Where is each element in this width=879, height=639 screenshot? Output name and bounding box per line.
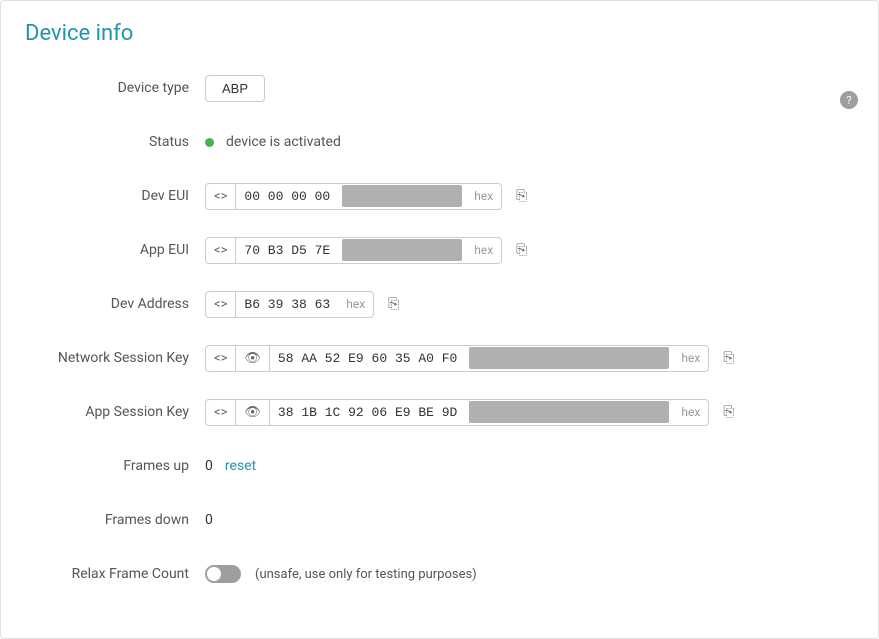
dev-eui-row: Dev EUI <> 00 00 00 00 hex ⎘ [25, 178, 854, 214]
relax-frame-count-note: (unsafe, use only for testing purposes) [255, 567, 477, 582]
code-icon-5: <> [206, 400, 236, 425]
status-label: Status [25, 134, 205, 150]
dev-address-label: Dev Address [25, 296, 205, 312]
app-eui-value: 70 B3 D5 7E [236, 238, 338, 263]
dev-address-row: Dev Address <> B6 39 38 63 hex ⎘ [25, 286, 854, 322]
dev-address-copy-icon[interactable]: ⎘ [380, 291, 407, 317]
app-eui-label: App EUI [25, 242, 205, 258]
relax-frame-count-toggle[interactable] [205, 565, 241, 583]
network-session-key-copy-icon[interactable]: ⎘ [715, 345, 742, 371]
app-session-key-hidden [469, 401, 669, 423]
device-type-label: Device type [25, 80, 205, 96]
dev-address-input-group: <> B6 39 38 63 hex [205, 291, 374, 318]
relax-frame-count-label: Relax Frame Count [25, 566, 205, 582]
relax-frame-count-row: Relax Frame Count (unsafe, use only for … [25, 556, 854, 592]
dev-eui-input-group: <> 00 00 00 00 hex [205, 183, 502, 210]
network-session-key-hex-label: hex [673, 346, 708, 370]
app-session-key-input-group: <> 👁 38 1B 1C 92 06 E9 BE 9D hex [205, 399, 709, 426]
frames-down-value: 0 [205, 512, 213, 528]
frames-up-row: Frames up 0 reset [25, 448, 854, 484]
app-session-key-control: <> 👁 38 1B 1C 92 06 E9 BE 9D hex ⎘ [205, 399, 743, 426]
dev-address-value: B6 39 38 63 [236, 292, 338, 317]
frames-up-label: Frames up [25, 458, 205, 474]
network-session-key-input-group: <> 👁 58 AA 52 E9 60 35 A0 F0 hex [205, 345, 709, 372]
device-type-control: ABP [205, 75, 265, 102]
network-session-key-row: Network Session Key <> 👁 58 AA 52 E9 60 … [25, 340, 854, 376]
frames-down-label: Frames down [25, 512, 205, 528]
device-type-button[interactable]: ABP [205, 75, 265, 102]
frames-up-control: 0 reset [205, 458, 256, 474]
app-session-key-label: App Session Key [25, 404, 205, 420]
dev-eui-value: 00 00 00 00 [236, 184, 338, 209]
frames-down-control: 0 [205, 512, 219, 528]
frames-up-value: 0 [205, 458, 213, 474]
app-eui-control: <> 70 B3 D5 7E hex ⎘ [205, 237, 535, 264]
eye-icon-nsk[interactable]: 👁 [236, 346, 270, 371]
page-title: Device info [25, 21, 854, 46]
device-type-row: Device type ABP [25, 70, 854, 106]
code-icon-3: <> [206, 292, 236, 317]
status-control: device is activated [205, 134, 341, 150]
dev-eui-hex-label: hex [466, 184, 501, 208]
help-icon[interactable]: ? [840, 91, 858, 109]
frames-down-row: Frames down 0 [25, 502, 854, 538]
network-session-key-label: Network Session Key [25, 350, 205, 366]
eye-icon-ask[interactable]: 👁 [236, 400, 270, 425]
status-text: device is activated [226, 134, 341, 150]
app-session-key-value: 38 1B 1C 92 06 E9 BE 9D [270, 400, 465, 425]
dev-eui-control: <> 00 00 00 00 hex ⎘ [205, 183, 535, 210]
app-session-key-hex-label: hex [673, 400, 708, 424]
device-info-card: Device info ? Device type ABP Status dev… [0, 0, 879, 639]
network-session-key-hidden [469, 347, 669, 369]
dev-eui-label: Dev EUI [25, 188, 205, 204]
dev-address-hex-label: hex [338, 292, 373, 316]
network-session-key-value: 58 AA 52 E9 60 35 A0 F0 [270, 346, 465, 371]
app-session-key-row: App Session Key <> 👁 38 1B 1C 92 06 E9 B… [25, 394, 854, 430]
dev-address-control: <> B6 39 38 63 hex ⎘ [205, 291, 407, 318]
app-session-key-copy-icon[interactable]: ⎘ [715, 399, 742, 425]
code-icon-4: <> [206, 346, 236, 371]
relax-frame-count-control: (unsafe, use only for testing purposes) [205, 565, 477, 583]
app-eui-hidden [342, 239, 462, 261]
code-icon: <> [206, 184, 236, 209]
code-icon-2: <> [206, 238, 236, 263]
reset-link[interactable]: reset [225, 458, 256, 474]
app-eui-copy-icon[interactable]: ⎘ [508, 237, 535, 263]
network-session-key-control: <> 👁 58 AA 52 E9 60 35 A0 F0 hex ⎘ [205, 345, 743, 372]
status-dot [205, 138, 214, 147]
status-row: Status device is activated [25, 124, 854, 160]
app-eui-input-group: <> 70 B3 D5 7E hex [205, 237, 502, 264]
dev-eui-hidden [342, 185, 462, 207]
dev-eui-copy-icon[interactable]: ⎘ [508, 183, 535, 209]
app-eui-hex-label: hex [466, 238, 501, 262]
app-eui-row: App EUI <> 70 B3 D5 7E hex ⎘ [25, 232, 854, 268]
